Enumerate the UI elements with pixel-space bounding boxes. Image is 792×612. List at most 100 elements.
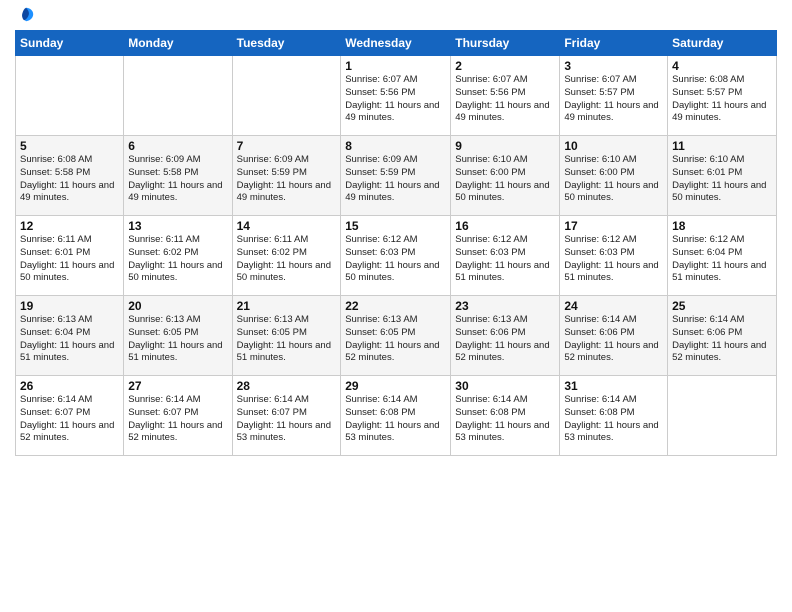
calendar-cell: 7Sunrise: 6:09 AM Sunset: 5:59 PM Daylig… <box>232 136 341 216</box>
day-number: 24 <box>564 299 663 313</box>
day-info: Sunrise: 6:11 AM Sunset: 6:01 PM Dayligh… <box>20 234 119 285</box>
logo <box>15 14 35 24</box>
day-info: Sunrise: 6:10 AM Sunset: 6:01 PM Dayligh… <box>672 154 772 205</box>
calendar-cell: 17Sunrise: 6:12 AM Sunset: 6:03 PM Dayli… <box>560 216 668 296</box>
calendar-cell: 26Sunrise: 6:14 AM Sunset: 6:07 PM Dayli… <box>16 376 124 456</box>
calendar-week-row: 19Sunrise: 6:13 AM Sunset: 6:04 PM Dayli… <box>16 296 777 376</box>
day-info: Sunrise: 6:13 AM Sunset: 6:05 PM Dayligh… <box>128 314 227 365</box>
calendar-cell: 1Sunrise: 6:07 AM Sunset: 5:56 PM Daylig… <box>341 56 451 136</box>
day-number: 7 <box>237 139 337 153</box>
day-number: 19 <box>20 299 119 313</box>
calendar-cell: 4Sunrise: 6:08 AM Sunset: 5:57 PM Daylig… <box>668 56 777 136</box>
day-number: 21 <box>237 299 337 313</box>
day-number: 26 <box>20 379 119 393</box>
day-number: 13 <box>128 219 227 233</box>
day-number: 9 <box>455 139 555 153</box>
day-number: 29 <box>345 379 446 393</box>
day-info: Sunrise: 6:12 AM Sunset: 6:04 PM Dayligh… <box>672 234 772 285</box>
day-info: Sunrise: 6:13 AM Sunset: 6:04 PM Dayligh… <box>20 314 119 365</box>
day-info: Sunrise: 6:13 AM Sunset: 6:05 PM Dayligh… <box>237 314 337 365</box>
calendar-cell: 23Sunrise: 6:13 AM Sunset: 6:06 PM Dayli… <box>451 296 560 376</box>
day-info: Sunrise: 6:11 AM Sunset: 6:02 PM Dayligh… <box>128 234 227 285</box>
page-container: SundayMondayTuesdayWednesdayThursdayFrid… <box>0 0 792 466</box>
calendar-cell <box>124 56 232 136</box>
day-info: Sunrise: 6:14 AM Sunset: 6:08 PM Dayligh… <box>564 394 663 445</box>
calendar-cell: 25Sunrise: 6:14 AM Sunset: 6:06 PM Dayli… <box>668 296 777 376</box>
header <box>15 10 777 24</box>
calendar-cell: 13Sunrise: 6:11 AM Sunset: 6:02 PM Dayli… <box>124 216 232 296</box>
day-number: 10 <box>564 139 663 153</box>
calendar-cell: 18Sunrise: 6:12 AM Sunset: 6:04 PM Dayli… <box>668 216 777 296</box>
calendar-header-row: SundayMondayTuesdayWednesdayThursdayFrid… <box>16 31 777 56</box>
day-info: Sunrise: 6:07 AM Sunset: 5:56 PM Dayligh… <box>455 74 555 125</box>
calendar-cell <box>16 56 124 136</box>
day-info: Sunrise: 6:13 AM Sunset: 6:06 PM Dayligh… <box>455 314 555 365</box>
day-info: Sunrise: 6:09 AM Sunset: 5:59 PM Dayligh… <box>237 154 337 205</box>
day-info: Sunrise: 6:14 AM Sunset: 6:07 PM Dayligh… <box>128 394 227 445</box>
weekday-header: Tuesday <box>232 31 341 56</box>
day-number: 15 <box>345 219 446 233</box>
day-info: Sunrise: 6:12 AM Sunset: 6:03 PM Dayligh… <box>455 234 555 285</box>
calendar-cell: 12Sunrise: 6:11 AM Sunset: 6:01 PM Dayli… <box>16 216 124 296</box>
calendar-cell <box>668 376 777 456</box>
day-info: Sunrise: 6:09 AM Sunset: 5:59 PM Dayligh… <box>345 154 446 205</box>
day-info: Sunrise: 6:08 AM Sunset: 5:57 PM Dayligh… <box>672 74 772 125</box>
day-info: Sunrise: 6:07 AM Sunset: 5:57 PM Dayligh… <box>564 74 663 125</box>
weekday-header: Thursday <box>451 31 560 56</box>
calendar-table: SundayMondayTuesdayWednesdayThursdayFrid… <box>15 30 777 456</box>
day-info: Sunrise: 6:09 AM Sunset: 5:58 PM Dayligh… <box>128 154 227 205</box>
weekday-header: Saturday <box>668 31 777 56</box>
day-info: Sunrise: 6:08 AM Sunset: 5:58 PM Dayligh… <box>20 154 119 205</box>
calendar-cell: 15Sunrise: 6:12 AM Sunset: 6:03 PM Dayli… <box>341 216 451 296</box>
calendar-week-row: 26Sunrise: 6:14 AM Sunset: 6:07 PM Dayli… <box>16 376 777 456</box>
day-info: Sunrise: 6:14 AM Sunset: 6:08 PM Dayligh… <box>455 394 555 445</box>
calendar-cell: 20Sunrise: 6:13 AM Sunset: 6:05 PM Dayli… <box>124 296 232 376</box>
calendar-cell: 29Sunrise: 6:14 AM Sunset: 6:08 PM Dayli… <box>341 376 451 456</box>
calendar-cell: 16Sunrise: 6:12 AM Sunset: 6:03 PM Dayli… <box>451 216 560 296</box>
day-info: Sunrise: 6:12 AM Sunset: 6:03 PM Dayligh… <box>564 234 663 285</box>
day-number: 16 <box>455 219 555 233</box>
day-number: 2 <box>455 59 555 73</box>
day-number: 22 <box>345 299 446 313</box>
calendar-cell: 10Sunrise: 6:10 AM Sunset: 6:00 PM Dayli… <box>560 136 668 216</box>
calendar-cell: 31Sunrise: 6:14 AM Sunset: 6:08 PM Dayli… <box>560 376 668 456</box>
day-number: 18 <box>672 219 772 233</box>
calendar-cell: 22Sunrise: 6:13 AM Sunset: 6:05 PM Dayli… <box>341 296 451 376</box>
calendar-cell: 8Sunrise: 6:09 AM Sunset: 5:59 PM Daylig… <box>341 136 451 216</box>
day-number: 25 <box>672 299 772 313</box>
day-number: 23 <box>455 299 555 313</box>
day-number: 12 <box>20 219 119 233</box>
calendar-cell: 27Sunrise: 6:14 AM Sunset: 6:07 PM Dayli… <box>124 376 232 456</box>
day-number: 11 <box>672 139 772 153</box>
calendar-cell <box>232 56 341 136</box>
day-info: Sunrise: 6:14 AM Sunset: 6:07 PM Dayligh… <box>20 394 119 445</box>
weekday-header: Wednesday <box>341 31 451 56</box>
day-info: Sunrise: 6:14 AM Sunset: 6:08 PM Dayligh… <box>345 394 446 445</box>
day-number: 27 <box>128 379 227 393</box>
calendar-cell: 3Sunrise: 6:07 AM Sunset: 5:57 PM Daylig… <box>560 56 668 136</box>
calendar-cell: 9Sunrise: 6:10 AM Sunset: 6:00 PM Daylig… <box>451 136 560 216</box>
weekday-header: Monday <box>124 31 232 56</box>
day-number: 31 <box>564 379 663 393</box>
day-info: Sunrise: 6:14 AM Sunset: 6:07 PM Dayligh… <box>237 394 337 445</box>
day-info: Sunrise: 6:14 AM Sunset: 6:06 PM Dayligh… <box>564 314 663 365</box>
day-number: 28 <box>237 379 337 393</box>
day-number: 3 <box>564 59 663 73</box>
calendar-cell: 14Sunrise: 6:11 AM Sunset: 6:02 PM Dayli… <box>232 216 341 296</box>
calendar-cell: 24Sunrise: 6:14 AM Sunset: 6:06 PM Dayli… <box>560 296 668 376</box>
weekday-header: Friday <box>560 31 668 56</box>
day-info: Sunrise: 6:14 AM Sunset: 6:06 PM Dayligh… <box>672 314 772 365</box>
day-info: Sunrise: 6:10 AM Sunset: 6:00 PM Dayligh… <box>455 154 555 205</box>
calendar-cell: 2Sunrise: 6:07 AM Sunset: 5:56 PM Daylig… <box>451 56 560 136</box>
day-number: 5 <box>20 139 119 153</box>
day-number: 14 <box>237 219 337 233</box>
calendar-cell: 21Sunrise: 6:13 AM Sunset: 6:05 PM Dayli… <box>232 296 341 376</box>
day-info: Sunrise: 6:13 AM Sunset: 6:05 PM Dayligh… <box>345 314 446 365</box>
day-info: Sunrise: 6:10 AM Sunset: 6:00 PM Dayligh… <box>564 154 663 205</box>
day-info: Sunrise: 6:07 AM Sunset: 5:56 PM Dayligh… <box>345 74 446 125</box>
day-number: 8 <box>345 139 446 153</box>
day-number: 20 <box>128 299 227 313</box>
calendar-week-row: 5Sunrise: 6:08 AM Sunset: 5:58 PM Daylig… <box>16 136 777 216</box>
calendar-cell: 11Sunrise: 6:10 AM Sunset: 6:01 PM Dayli… <box>668 136 777 216</box>
day-info: Sunrise: 6:12 AM Sunset: 6:03 PM Dayligh… <box>345 234 446 285</box>
